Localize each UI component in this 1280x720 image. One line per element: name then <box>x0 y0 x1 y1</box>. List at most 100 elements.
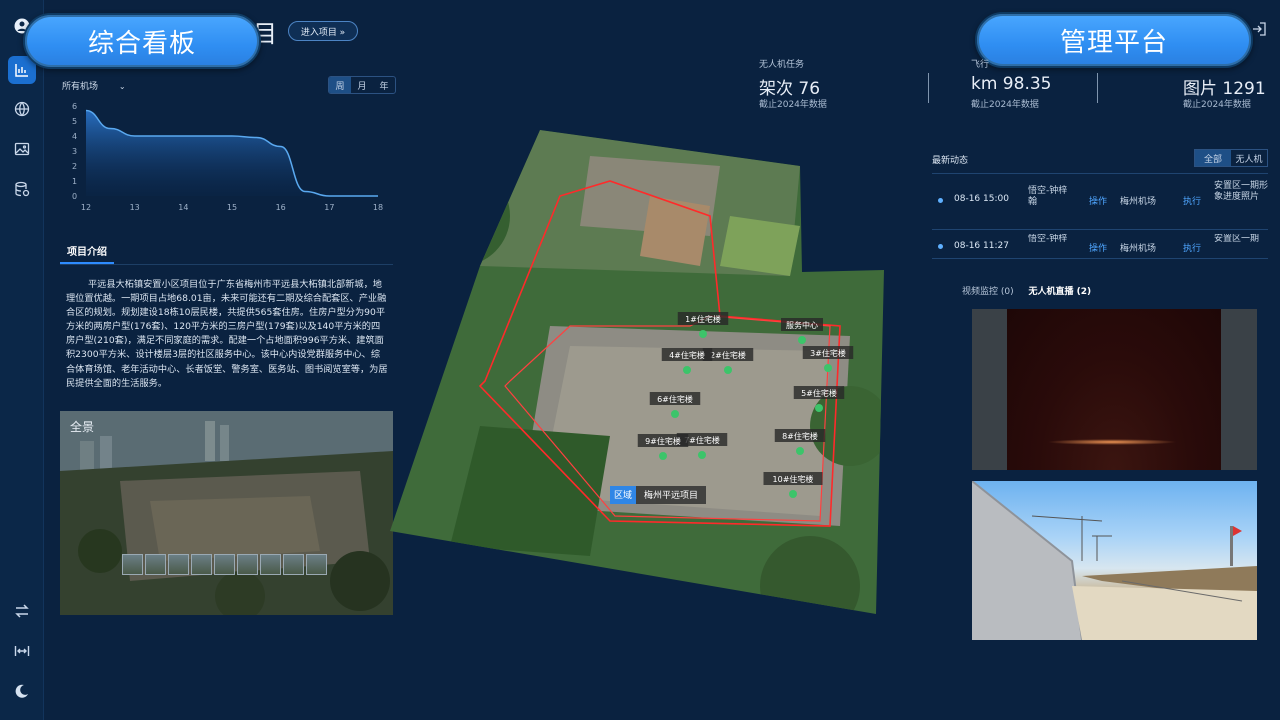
y-tick-label: 4 <box>72 132 77 141</box>
list-item[interactable]: 08-16 15:00 悟空-钟梓翰 操作 梅州机场 执行 安置区一期形象进度照… <box>932 181 1268 225</box>
stat-label-distance: 飞行 <box>971 60 990 70</box>
list-item[interactable]: 08-16 11:27 悟空-钟梓 操作 梅州机场 执行 安置区一期 <box>932 234 1268 258</box>
event-place: 梅州机场 <box>1120 244 1157 254</box>
panorama-thumbnail[interactable] <box>122 554 143 575</box>
y-tick-label: 6 <box>72 102 77 111</box>
svg-text:8#住宅楼: 8#住宅楼 <box>782 431 818 441</box>
logout-icon[interactable] <box>1251 21 1267 37</box>
enter-project-button[interactable]: 进入项目 » <box>288 21 358 41</box>
stat-divider <box>1097 73 1098 103</box>
stat-note-photos: 截止2024年数据 <box>1183 100 1251 110</box>
tab-video-monitor[interactable]: 视频监控 (0) <box>962 287 1014 297</box>
panorama-thumbnail[interactable] <box>214 554 235 575</box>
svg-text:区域: 区域 <box>614 489 632 501</box>
side-rail <box>0 0 44 720</box>
panorama-scene <box>60 411 393 615</box>
database-icon[interactable] <box>8 175 36 203</box>
panorama-thumbnail[interactable] <box>306 554 327 575</box>
recent-activity-title: 最新动态 <box>932 156 969 166</box>
area-fill <box>86 110 378 196</box>
globe-icon[interactable] <box>8 95 36 123</box>
x-tick-label: 15 <box>227 203 237 212</box>
svg-text:9#住宅楼: 9#住宅楼 <box>645 436 681 446</box>
event-exec: 执行 <box>1183 244 1202 254</box>
recent-filter-tabs: 全部 无人机 <box>1194 149 1268 167</box>
site-map[interactable]: 1#住宅楼 2#住宅楼 3#住宅楼 4#住宅楼 5#住宅楼 6#住宅楼 7#住宅楼 8#住宅楼… <box>390 126 890 616</box>
event-place: 梅州机场 <box>1120 197 1157 207</box>
event-desc: 安置区一期 <box>1214 234 1260 244</box>
event-user: 悟空-钟梓翰 <box>1028 186 1068 207</box>
panorama-thumbnail[interactable] <box>168 554 189 575</box>
panorama-thumbnail[interactable] <box>191 554 212 575</box>
panorama-thumbnails <box>122 554 327 575</box>
switch-icon[interactable] <box>8 597 36 625</box>
project-intro-text: 平远县大柘镇安置小区项目位于广东省梅州市平远县大柘镇北部新城，地理位置优越。一期… <box>66 279 388 389</box>
panorama-thumbnail[interactable] <box>283 554 304 575</box>
panorama-thumbnail[interactable] <box>237 554 258 575</box>
svg-text:梅州平远项目: 梅州平远项目 <box>644 489 698 501</box>
event-op: 操作 <box>1089 244 1108 254</box>
svg-text:1#住宅楼: 1#住宅楼 <box>685 314 721 324</box>
event-user: 悟空-钟梓 <box>1028 234 1068 244</box>
dashboard-pill-button[interactable]: 综合看板 <box>23 13 261 69</box>
stat-value-missions: 架次 76 <box>759 79 821 99</box>
range-month-button[interactable]: 月 <box>351 77 373 93</box>
panorama-label: 全景 <box>70 420 95 434</box>
range-week-button[interactable]: 周 <box>329 77 351 93</box>
event-time: 08-16 15:00 <box>954 194 1009 204</box>
event-desc: 安置区一期形象进度照片 <box>1214 181 1269 202</box>
panorama-view[interactable]: 全景 <box>60 411 393 615</box>
flight-area-chart: 012345612 13 14 15 16 17 18 <box>72 102 383 212</box>
svg-text:2#住宅楼: 2#住宅楼 <box>710 350 746 360</box>
svg-text:7#住宅楼: 7#住宅楼 <box>684 435 720 445</box>
image-icon[interactable] <box>8 135 36 163</box>
project-region-tag[interactable]: 区域 梅州平远项目 <box>610 486 706 504</box>
y-tick-label: 3 <box>72 147 77 156</box>
expand-width-icon[interactable] <box>8 637 36 665</box>
x-tick-label: 13 <box>130 203 140 212</box>
chevron-down-icon: ⌄ <box>118 82 126 91</box>
x-tick-label: 12 <box>81 203 91 212</box>
status-dot <box>938 244 943 249</box>
video-scene <box>972 481 1257 640</box>
panorama-thumbnail[interactable] <box>260 554 281 575</box>
svg-text:服务中心: 服务中心 <box>786 320 818 330</box>
svg-text:6#住宅楼: 6#住宅楼 <box>657 394 693 404</box>
video-feed-2[interactable] <box>972 481 1257 640</box>
status-dot <box>938 198 943 203</box>
divider <box>932 258 1268 259</box>
tab-drone[interactable]: 无人机 <box>1231 150 1267 166</box>
tab-project-intro[interactable]: 项目介绍 <box>60 238 114 264</box>
management-platform-pill-button[interactable]: 管理平台 <box>975 12 1253 68</box>
svg-text:3#住宅楼: 3#住宅楼 <box>810 348 846 358</box>
section-divider <box>60 264 393 265</box>
range-toggle: 周 月 年 <box>328 76 396 94</box>
x-tick-label: 18 <box>373 203 383 212</box>
event-time: 08-16 11:27 <box>954 241 1009 251</box>
x-tick-label: 14 <box>178 203 188 212</box>
event-exec: 执行 <box>1183 197 1202 207</box>
stat-divider <box>928 73 929 103</box>
video-feed-1[interactable] <box>972 309 1257 470</box>
x-tick-label: 17 <box>324 203 334 212</box>
stat-note-distance: 截止2024年数据 <box>971 100 1039 110</box>
event-op: 操作 <box>1089 197 1108 207</box>
panorama-thumbnail[interactable] <box>145 554 166 575</box>
y-tick-label: 5 <box>72 117 77 126</box>
machine-select-value: 所有机场 <box>62 82 99 92</box>
stat-value-photos: 图片 1291 <box>1183 79 1266 99</box>
stat-value-distance: km 98.35 <box>971 74 1052 94</box>
svg-text:5#住宅楼: 5#住宅楼 <box>801 388 837 398</box>
tab-all[interactable]: 全部 <box>1195 150 1231 166</box>
machine-select[interactable]: 所有机场 ⌄ <box>62 79 126 92</box>
y-tick-label: 2 <box>72 162 77 171</box>
x-tick-label: 16 <box>276 203 286 212</box>
svg-text:4#住宅楼: 4#住宅楼 <box>669 350 705 360</box>
range-year-button[interactable]: 年 <box>373 77 395 93</box>
light-glow <box>1047 439 1177 445</box>
y-tick-label: 1 <box>72 177 77 186</box>
video-frame <box>1007 309 1221 470</box>
moon-icon[interactable] <box>8 677 36 705</box>
stat-note-missions: 截止2024年数据 <box>759 100 827 110</box>
tab-drone-live[interactable]: 无人机直播 (2) <box>1029 287 1092 297</box>
